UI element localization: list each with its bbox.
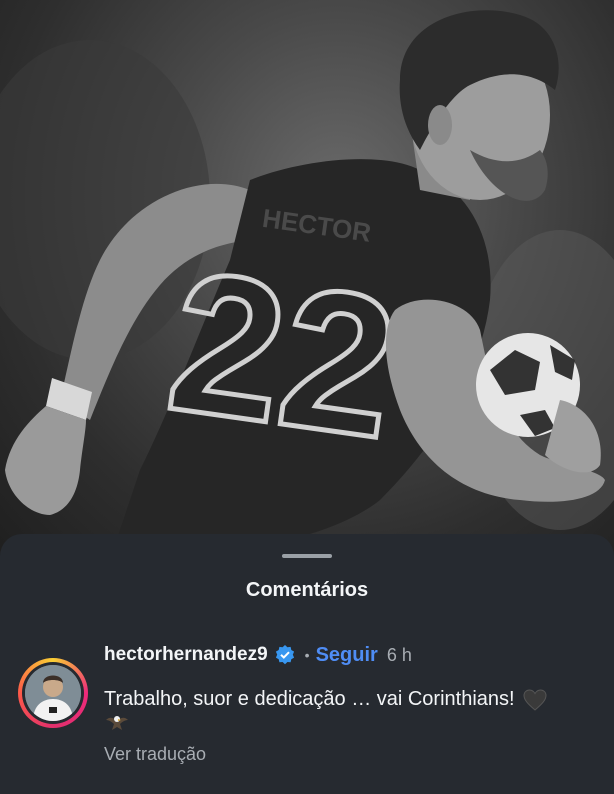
avatar[interactable]	[25, 665, 81, 721]
verified-badge-icon	[275, 645, 294, 665]
avatar-image	[25, 665, 81, 721]
black-heart-icon	[523, 689, 547, 711]
comment-username[interactable]: hectorhernandez9	[104, 644, 268, 666]
story-ring[interactable]	[18, 658, 88, 728]
comments-sheet: Comentários hectorhernandez9 • Seguir 6 …	[0, 534, 614, 794]
follow-button[interactable]: Seguir	[316, 644, 378, 667]
comment-body: Trabalho, suor e dedicação … vai Corinth…	[104, 684, 594, 714]
eagle-icon	[106, 716, 128, 730]
see-translation-link[interactable]: Ver tradução	[104, 744, 206, 765]
comment-text: Trabalho, suor e dedicação … vai Corinth…	[104, 688, 515, 710]
comment-header: hectorhernandez9 • Seguir 6 h	[104, 642, 412, 668]
drag-handle[interactable]	[282, 554, 332, 558]
player-illustration: 22 HECTOR	[0, 10, 614, 560]
post-photo: 22 HECTOR	[0, 0, 614, 560]
comment-time: 6 h	[386, 644, 412, 665]
separator-dot: •	[304, 647, 310, 663]
jersey-number: 22	[157, 229, 408, 481]
sheet-title: Comentários	[245, 579, 369, 601]
